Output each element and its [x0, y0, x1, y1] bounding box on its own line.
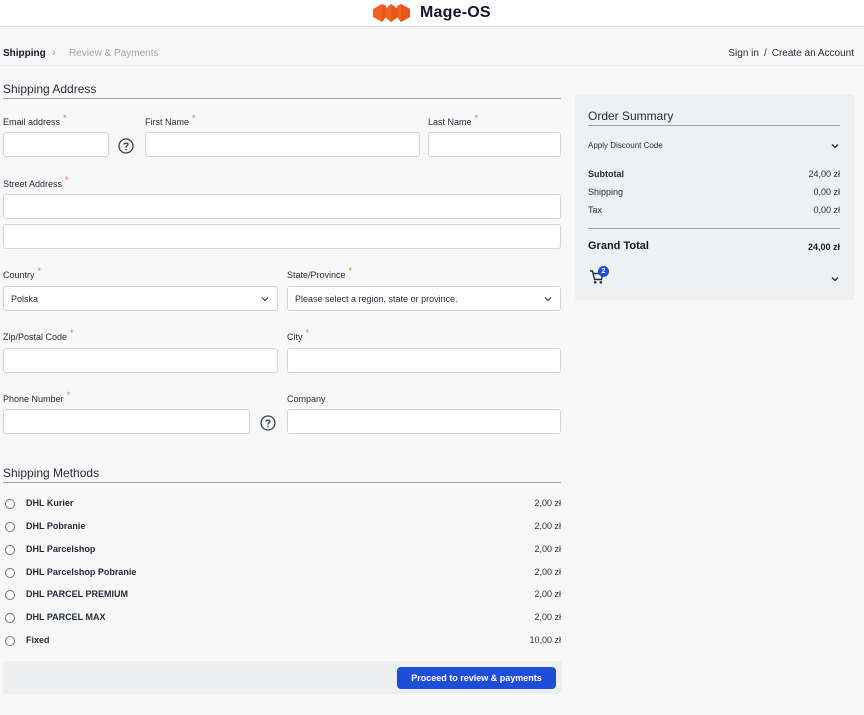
shipping-method-name: DHL Kurier — [26, 498, 74, 508]
shipping-methods-divider — [3, 482, 561, 483]
phone-field[interactable] — [3, 409, 250, 434]
last-name-label: Last Name * — [428, 113, 479, 127]
email-label: Email address * — [3, 113, 67, 127]
radio-icon[interactable] — [5, 522, 15, 532]
account-links: Sign in / Create an Account — [728, 48, 854, 59]
email-field[interactable] — [3, 132, 109, 157]
grand-total-label: Grand Total — [588, 240, 649, 252]
help-circle-icon[interactable] — [260, 415, 276, 431]
shipping-method-price: 2,00 zł — [534, 612, 561, 622]
region-select[interactable]: Please select a region, state or provinc… — [287, 286, 561, 311]
shipping-method-name: DHL Pobranie — [26, 521, 86, 531]
shipping-method-row[interactable]: DHL Kurier 2,00 zł — [0, 494, 562, 517]
logo[interactable]: Mage-OS — [373, 2, 491, 24]
step-review-payments[interactable]: Review & Payments — [69, 48, 158, 59]
order-summary-title: Order Summary — [588, 109, 674, 123]
shipping-method-price: 2,00 zł — [534, 498, 561, 508]
company-label: Company — [287, 394, 326, 404]
region-label: State/Province * — [287, 266, 353, 280]
country-selected-value: Polska — [11, 293, 39, 304]
shipping-methods-title: Shipping Methods — [3, 466, 100, 480]
cart-count-badge: 2 — [598, 266, 609, 277]
shipping-address-title: Shipping Address — [3, 82, 97, 96]
shipping-total-label: Shipping — [588, 187, 624, 197]
country-label: Country * — [3, 266, 42, 280]
radio-icon[interactable] — [5, 613, 15, 623]
shipping-total-value: 0,00 zł — [813, 187, 840, 197]
shipping-method-name: DHL Parcelshop — [26, 544, 96, 554]
shipping-method-row[interactable]: DHL Parcelshop Pobranie 2,00 zł — [0, 563, 562, 586]
tax-value: 0,00 zł — [813, 205, 840, 215]
shipping-method-name: DHL PARCEL PREMIUM — [26, 589, 129, 599]
shipping-method-price: 2,00 zł — [534, 567, 561, 577]
first-name-label: First Name * — [145, 113, 196, 127]
header: Mage-OS — [0, 0, 864, 27]
region-selected-value: Please select a region, state or provinc… — [295, 293, 458, 304]
street-address-label: Street Address * — [3, 175, 69, 189]
chevron-down-icon[interactable] — [830, 274, 840, 284]
zip-field[interactable] — [3, 348, 278, 373]
street-line-1-field[interactable] — [3, 194, 561, 219]
account-divider: / — [763, 48, 767, 59]
zip-label: Zip/Postal Code * — [3, 328, 74, 342]
shipping-method-row[interactable]: DHL PARCEL MAX 2,00 zł — [0, 608, 562, 631]
order-summary-divider — [588, 125, 840, 126]
grand-total-value: 24,00 zł — [807, 242, 840, 252]
shipping-method-price: 2,00 zł — [534, 544, 561, 554]
breadcrumb-separator: › — [52, 45, 56, 59]
radio-icon[interactable] — [5, 636, 15, 646]
shipping-address-divider — [3, 98, 561, 99]
brand-name: Mage-OS — [420, 4, 491, 21]
shipping-method-price: 2,00 zł — [534, 521, 561, 531]
shipping-method-name: DHL PARCEL MAX — [26, 612, 106, 622]
sign-in-link[interactable]: Sign in — [728, 48, 759, 59]
chevron-down-icon[interactable] — [830, 141, 840, 151]
phone-label: Phone Number * — [3, 390, 71, 404]
first-name-field[interactable] — [145, 132, 420, 157]
city-field[interactable] — [287, 348, 561, 373]
subtotal-value: 24,00 zł — [808, 169, 840, 179]
last-name-field[interactable] — [428, 132, 561, 157]
shipping-method-price: 10,00 zł — [529, 635, 561, 645]
step-shipping[interactable]: Shipping — [3, 48, 46, 59]
grand-total-divider — [588, 228, 840, 229]
shipping-method-name: DHL Parcelshop Pobranie — [26, 567, 137, 577]
radio-icon[interactable] — [5, 499, 15, 509]
proceed-to-review-button[interactable]: Proceed to review & payments — [397, 667, 556, 689]
apply-discount-toggle[interactable]: Apply Discount Code — [588, 141, 663, 150]
country-select[interactable]: Polska — [3, 286, 278, 311]
radio-icon[interactable] — [5, 568, 15, 578]
help-circle-icon[interactable] — [118, 138, 134, 154]
create-account-link[interactable]: Create an Account — [772, 48, 854, 59]
shipping-method-price: 2,00 zł — [534, 589, 561, 599]
company-field[interactable] — [287, 409, 561, 434]
tax-label: Tax — [588, 205, 603, 215]
city-label: City * — [287, 328, 310, 342]
shipping-method-row[interactable]: DHL PARCEL PREMIUM 2,00 zł — [0, 585, 562, 608]
radio-icon[interactable] — [5, 590, 15, 600]
checkout-nav: Shipping › Review & Payments Sign in / Cre… — [0, 27, 864, 66]
mage-os-logo-icon — [373, 4, 410, 22]
radio-icon[interactable] — [5, 545, 15, 555]
street-line-2-field[interactable] — [3, 224, 561, 249]
shipping-method-name: Fixed — [26, 635, 50, 645]
shipping-method-row[interactable]: DHL Pobranie 2,00 zł — [0, 517, 562, 540]
chevron-down-icon — [261, 296, 269, 301]
chevron-down-icon — [544, 296, 552, 301]
shipping-method-row[interactable]: Fixed 10,00 zł — [0, 631, 562, 654]
subtotal-label: Subtotal — [588, 169, 624, 179]
order-summary: Order Summary Apply Discount Code Subtot… — [575, 94, 854, 300]
shipping-method-row[interactable]: DHL Parcelshop 2,00 zł — [0, 540, 562, 563]
